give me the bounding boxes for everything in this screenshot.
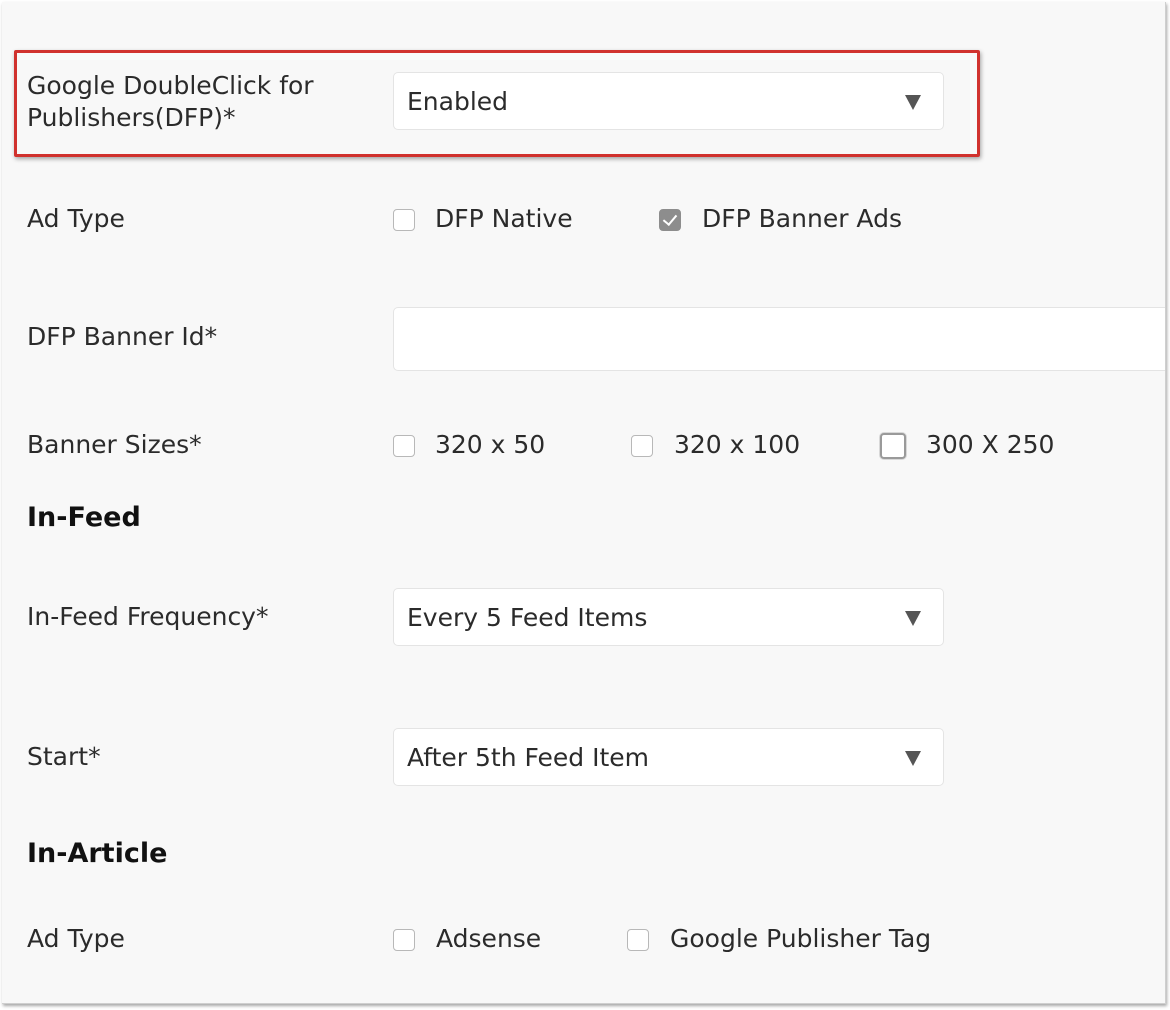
settings-panel: Google DoubleClick for Publishers(DFP)* …	[2, 2, 1166, 1004]
start-value: After 5th Feed Item	[407, 743, 649, 772]
option-dfp-banner-ads-label: DFP Banner Ads	[702, 204, 902, 233]
checkbox-google-publisher-tag[interactable]	[627, 929, 649, 951]
in-feed-frequency-select[interactable]: Every 5 Feed Items	[393, 588, 944, 646]
option-size-320x100-label: 320 x 100	[674, 430, 801, 459]
checkbox-dfp-native[interactable]	[393, 209, 415, 231]
chevron-down-icon	[905, 751, 921, 766]
checkbox-size-320x50[interactable]	[393, 435, 415, 457]
dfp-select-value: Enabled	[407, 87, 509, 116]
option-adsense-label: Adsense	[436, 924, 542, 953]
chevron-down-icon	[905, 95, 921, 110]
checkbox-adsense[interactable]	[393, 929, 415, 951]
dfp-label-line1: Google DoubleClick for	[27, 71, 314, 100]
option-size-300x250-label: 300 X 250	[926, 430, 1055, 459]
banner-id-label: DFP Banner Id*	[27, 322, 218, 351]
option-google-publisher-tag-label: Google Publisher Tag	[670, 924, 932, 953]
start-select[interactable]: After 5th Feed Item	[393, 728, 944, 786]
dfp-label-line2: Publishers(DFP)*	[27, 103, 236, 132]
option-dfp-native-label: DFP Native	[435, 204, 573, 233]
start-label: Start*	[27, 742, 101, 771]
checkbox-size-320x100[interactable]	[631, 435, 653, 457]
dfp-select[interactable]: Enabled	[393, 72, 944, 130]
in-feed-frequency-label: In-Feed Frequency*	[27, 602, 269, 631]
in-feed-frequency-value: Every 5 Feed Items	[407, 603, 648, 632]
in-feed-heading: In-Feed	[27, 502, 141, 533]
banner-sizes-label: Banner Sizes*	[27, 430, 202, 459]
checkbox-size-300x250[interactable]	[880, 433, 906, 459]
chevron-down-icon	[905, 611, 921, 626]
ad-type-label: Ad Type	[27, 204, 125, 233]
in-article-heading: In-Article	[27, 838, 168, 869]
option-size-320x50-label: 320 x 50	[435, 430, 546, 459]
banner-id-input[interactable]	[393, 307, 1165, 371]
checkbox-dfp-banner-ads[interactable]	[659, 209, 681, 231]
in-article-ad-type-label: Ad Type	[27, 924, 125, 953]
checkmark-icon	[662, 210, 678, 227]
